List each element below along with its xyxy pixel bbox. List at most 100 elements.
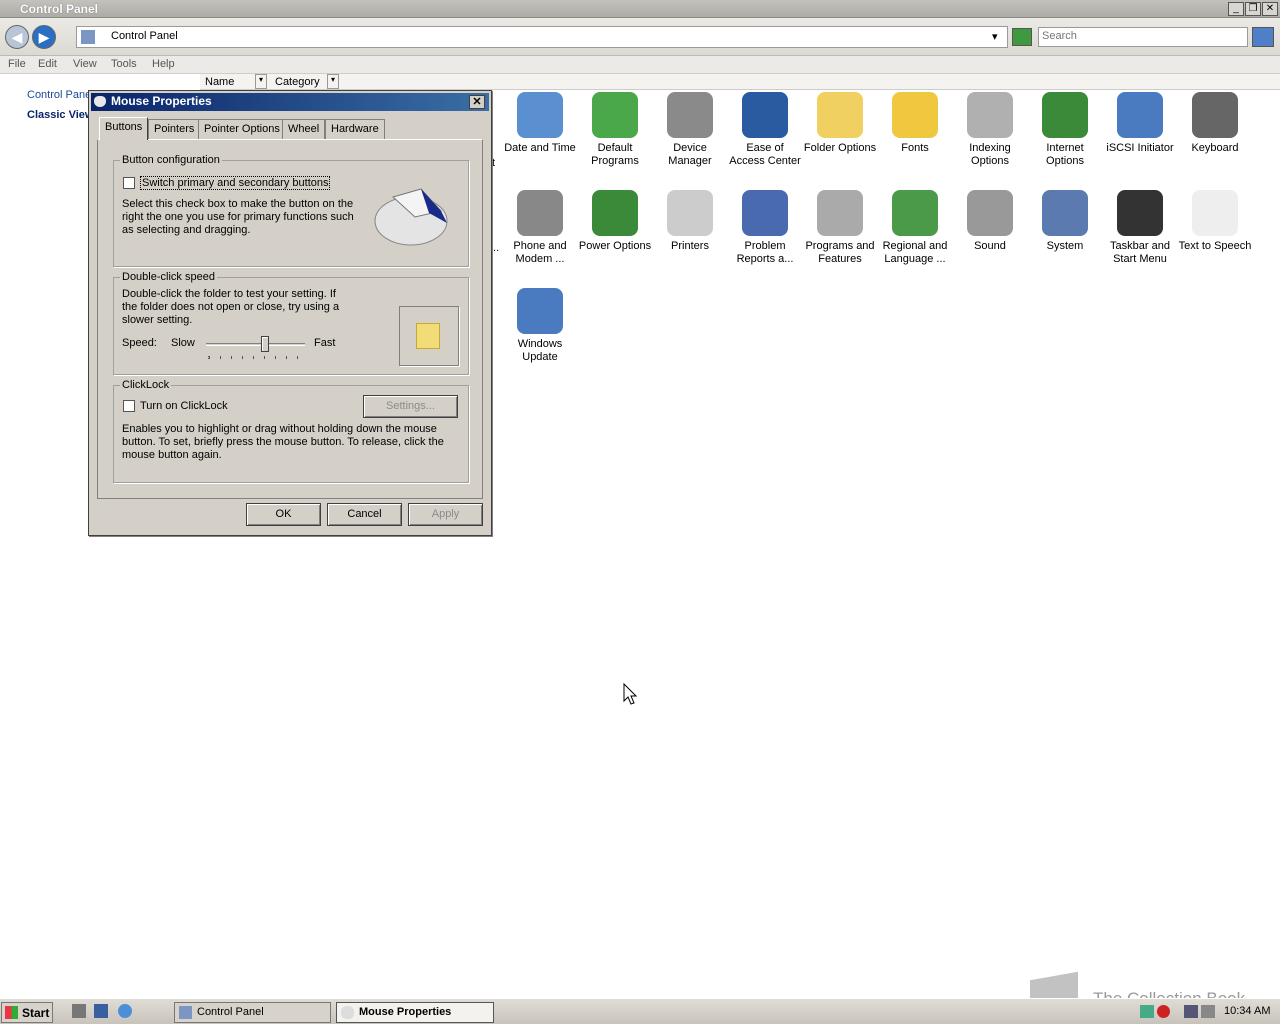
window-title: Control Panel [20,2,99,16]
control-panel-item-icon [1192,190,1238,236]
control-panel-item-icon [667,190,713,236]
search-input[interactable]: Search [1038,27,1248,47]
internet-explorer-icon[interactable] [118,1004,132,1018]
control-panel-item-label: Problem Reports a... [736,240,794,265]
control-panel-item[interactable]: Phone and Modem ... [503,190,577,266]
switch-buttons-label[interactable]: Switch primary and secondary buttons [140,176,331,190]
control-panel-item[interactable]: Indexing Options [953,92,1027,168]
tab-pointer-options[interactable]: Pointer Options [198,119,286,140]
control-panel-home-link[interactable]: Control Panel [27,89,94,101]
control-panel-item-label: Power Options [578,240,652,252]
control-panel-item[interactable]: Power Options [578,190,652,253]
control-panel-item-label: Windows Update [517,338,563,363]
menu-file[interactable]: File [8,58,26,70]
security-tray-icon[interactable] [1157,1005,1170,1018]
menu-help[interactable]: Help [152,58,175,70]
control-panel-item[interactable]: Device Manager [653,92,727,168]
apply-button[interactable]: Apply [408,503,483,526]
column-name[interactable]: Name [205,76,234,88]
back-button[interactable]: ◀ [5,25,29,49]
speed-slider-thumb[interactable] [260,336,269,352]
tab-hardware[interactable]: Hardware [325,119,385,140]
control-panel-item[interactable]: Problem Reports a... [728,190,802,266]
taskbar-mouse-properties[interactable]: Mouse Properties [336,1002,494,1023]
show-desktop-icon[interactable] [94,1004,108,1018]
volume-muted-tray-icon[interactable] [1201,1005,1215,1018]
clicklock-group: ClickLock Turn on ClickLock Settings... … [113,379,469,483]
column-name-dropdown-icon[interactable]: ▾ [255,74,267,89]
computer-tray-icon[interactable] [1184,1005,1198,1018]
control-panel-item[interactable]: System [1028,190,1102,253]
control-panel-item[interactable]: Default Programs [578,92,652,168]
column-category[interactable]: Category [275,76,320,88]
control-panel-item[interactable]: Fonts [878,92,952,155]
address-field[interactable]: Control Panel ▾ [76,26,1008,48]
tab-label: Wheel [288,123,320,135]
dialog-close-button[interactable]: ✕ [469,95,485,109]
clicklock-label[interactable]: Turn on ClickLock [140,400,228,412]
control-panel-item[interactable]: Keyboard [1178,92,1252,155]
ok-button[interactable]: OK [246,503,321,526]
menu-bar: File Edit View Tools Help [0,56,1280,74]
control-panel-item-icon [742,190,788,236]
control-panel-item-label: Sound [974,240,1006,252]
tab-wheel[interactable]: Wheel [282,119,326,140]
windows-logo-icon [5,1006,18,1019]
mouse-image-icon [374,188,448,246]
control-panel-item[interactable]: iSCSI Initiator [1103,92,1177,155]
clicklock-checkbox[interactable] [123,400,135,412]
control-panel-item[interactable]: Internet Options [1028,92,1102,168]
mouse-icon [94,96,106,107]
restore-button[interactable]: ❐ [1245,2,1261,16]
control-panel-item-icon [967,190,1013,236]
control-panel-item[interactable]: Printers [653,190,727,253]
speed-slider-track[interactable] [206,343,305,346]
test-area[interactable] [399,306,459,366]
forward-button[interactable]: ▶ [32,25,56,49]
mouse-icon [341,1006,354,1019]
minimize-button[interactable]: _ [1228,2,1244,16]
control-panel-item[interactable]: Programs and Features [803,190,877,266]
tab-label: Hardware [331,123,379,135]
start-button[interactable]: Start [1,1002,53,1023]
control-panel-item-label: Phone and Modem ... [513,240,567,265]
cancel-button[interactable]: Cancel [327,503,402,526]
speed-label: Speed: [122,337,157,349]
switch-buttons-checkbox[interactable] [123,177,135,189]
tab-pointers[interactable]: Pointers [148,119,201,140]
clicklock-settings-button[interactable]: Settings... [363,395,458,418]
control-panel-item[interactable]: Folder Options [803,92,877,155]
window-titlebar: Control Panel _ ❐ ✕ [0,0,1280,18]
control-panel-item[interactable]: Regional and Language ... [878,190,952,266]
control-panel-item[interactable]: Windows Update [503,288,577,364]
control-panel-item-icon [892,92,938,138]
search-icon[interactable] [1252,27,1274,47]
control-panel-item[interactable]: Text to Speech [1178,190,1252,253]
column-category-dropdown-icon[interactable]: ▾ [327,74,339,89]
close-button[interactable]: ✕ [1262,2,1278,16]
classic-view-link[interactable]: Classic View [27,109,93,121]
taskbar-control-panel[interactable]: Control Panel [174,1002,331,1023]
menu-tools[interactable]: Tools [111,58,137,70]
control-panel-item-label: Regional and Language ... [882,240,948,265]
button-config-group: Button configuration Switch primary and … [113,154,469,267]
control-panel-icon [81,30,95,44]
tab-buttons[interactable]: Buttons [99,117,149,140]
control-panel-item[interactable]: Ease of Access Center [728,92,802,168]
server-manager-icon[interactable] [72,1004,86,1018]
tab-label: Pointers [154,123,195,135]
refresh-icon[interactable] [1012,28,1032,46]
partial-icon-label: t [492,157,496,169]
dialog-titlebar: Mouse Properties ✕ [91,93,489,111]
tab-label: Buttons [105,121,143,133]
control-panel-item[interactable]: Taskbar and Start Menu [1103,190,1177,266]
control-panel-item-icon [892,190,938,236]
folder-icon[interactable] [416,323,440,349]
control-panel-item[interactable]: Date and Time [503,92,577,155]
network-tray-icon[interactable] [1140,1005,1154,1018]
control-panel-icon [179,1006,192,1019]
menu-edit[interactable]: Edit [38,58,57,70]
control-panel-item[interactable]: Sound [953,190,1027,253]
address-dropdown-icon[interactable]: ▾ [992,30,998,43]
menu-view[interactable]: View [73,58,97,70]
